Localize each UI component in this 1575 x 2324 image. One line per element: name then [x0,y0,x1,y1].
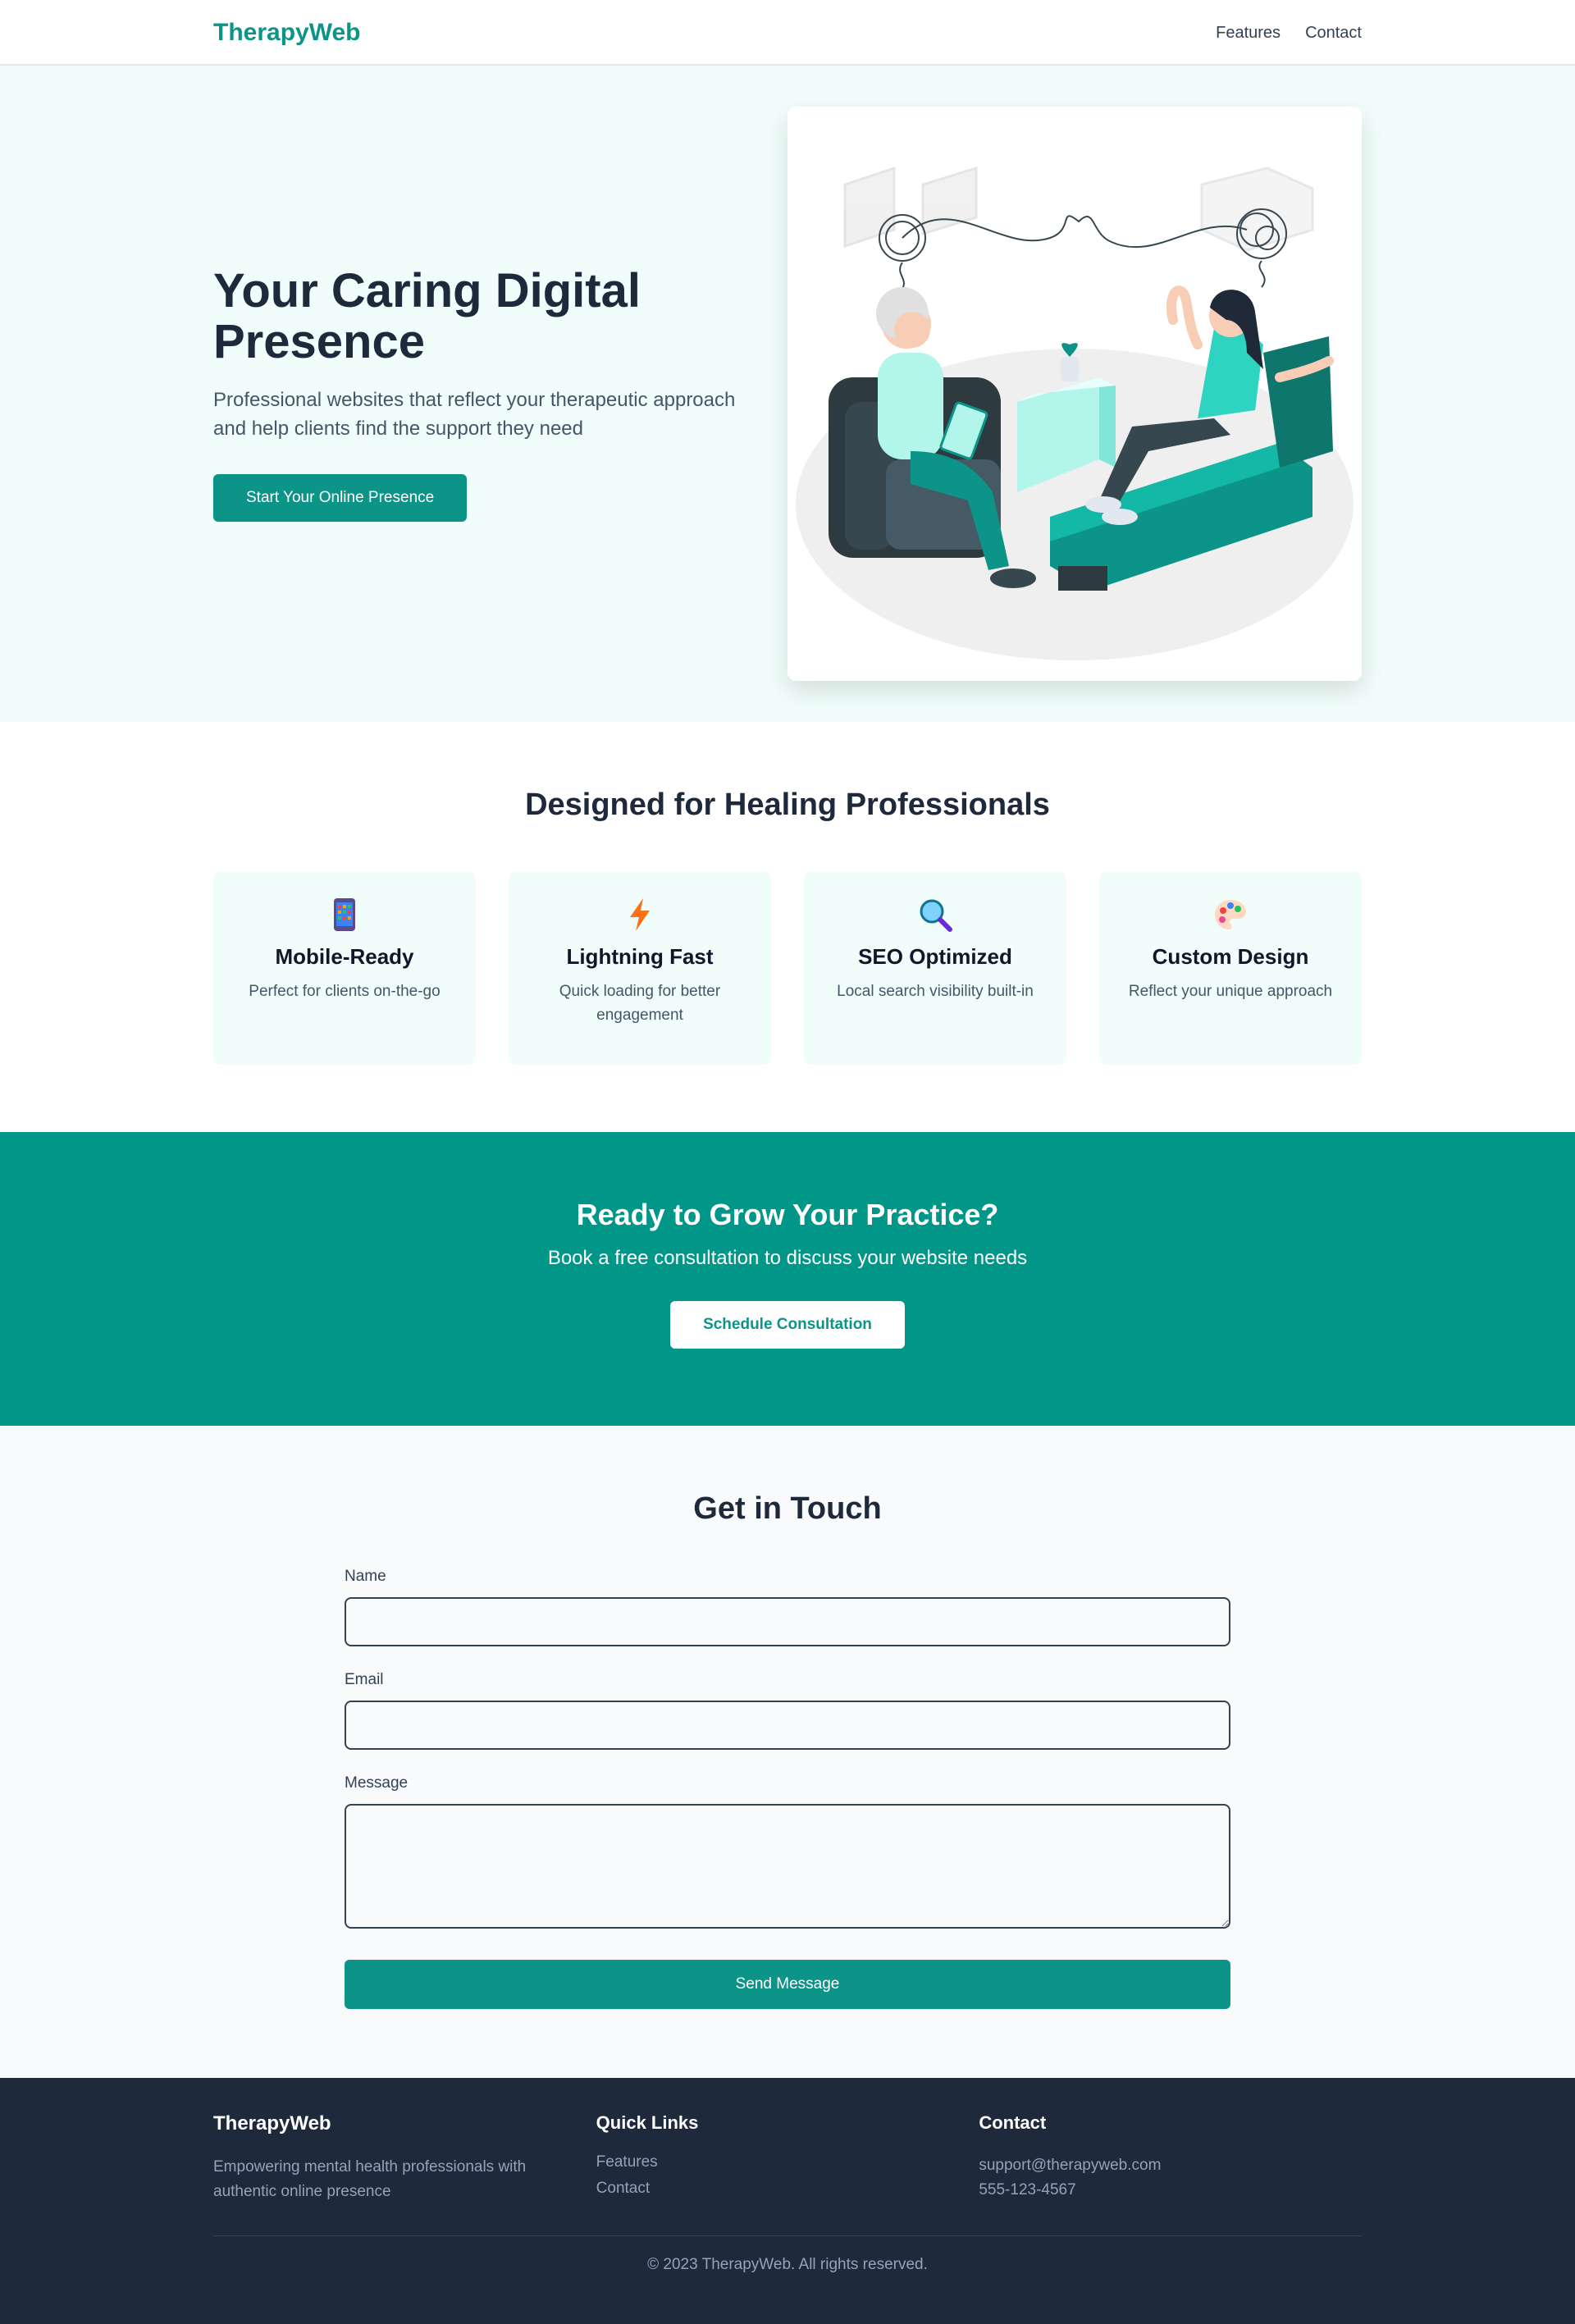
footer-email: support@therapyweb.com [979,2157,1162,2174]
feature-grid: Mobile-Ready Perfect for clients on-the-… [213,872,1362,1065]
feature-card-seo-optimized: SEO Optimized Local search visibility bu… [804,872,1066,1065]
hero-subtitle: Professional websites that reflect your … [213,388,736,440]
hero-section: Your Caring Digital Presence Professiona… [0,66,1575,722]
palette-icon [1215,900,1246,929]
message-group: Message [345,1774,1230,1929]
footer-contact-col: Contact support@therapyweb.com 555-123-4… [979,2112,1362,2206]
site-footer: TherapyWeb Empowering mental health prof… [0,2078,1575,2324]
footer-brand: TherapyWeb [213,2112,331,2135]
features-section: Designed for Healing Professionals Mobil [0,722,1575,1132]
hero-text: Your Caring Digital Presence Professiona… [213,263,763,523]
feature-title: SEO Optimized [858,944,1012,969]
contact-section: Get in Touch Name Email Message Send Mes… [0,1426,1575,2078]
main-nav: Features Contact [1216,24,1362,43]
mobile-phone-icon [334,898,355,931]
lightning-icon [630,898,650,931]
hero-illustration-card [788,107,1362,681]
contact-form: Name Email Message Send Message [345,1568,1230,2009]
message-label: Message [345,1774,409,1792]
cta-title: Ready to Grow Your Practice? [576,1198,999,1231]
email-label: Email [345,1671,384,1688]
nav-link-contact[interactable]: Contact [1305,24,1362,43]
footer-link-contact[interactable]: Contact [596,2180,979,2198]
contact-title: Get in Touch [693,1491,882,1526]
name-field[interactable] [345,1597,1230,1646]
footer-tagline: Empowering mental health professionals w… [213,2158,527,2201]
schedule-consultation-button[interactable]: Schedule Consultation [670,1301,905,1349]
feature-card-mobile-ready: Mobile-Ready Perfect for clients on-the-… [213,872,476,1065]
footer-link-features[interactable]: Features [596,2153,979,2171]
features-title: Designed for Healing Professionals [525,788,1050,822]
therapy-session-illustration [796,166,1354,660]
feature-desc: Local search visibility built-in [837,983,1034,1000]
feature-desc: Quick loading for better engagement [559,983,721,1025]
footer-phone: 555-123-4567 [979,2181,1076,2199]
send-message-button[interactable]: Send Message [345,1960,1230,2009]
cta-subtitle: Book a free consultation to discuss your… [547,1247,1028,1269]
contact-heading: Contact [979,2112,1047,2133]
feature-card-lightning-fast: Lightning Fast Quick loading for better … [509,872,771,1065]
cta-section: Ready to Grow Your Practice? Book a free… [0,1132,1575,1426]
feature-title: Mobile-Ready [275,944,414,969]
hero-title: Your Caring Digital Presence [213,263,641,369]
name-label: Name [345,1568,386,1585]
site-header: TherapyWeb Features Contact [0,0,1575,66]
feature-card-custom-design: Custom Design Reflect your unique approa… [1099,872,1362,1065]
name-group: Name [345,1568,1230,1646]
email-group: Email [345,1671,1230,1750]
nav-link-features[interactable]: Features [1216,24,1281,43]
feature-desc: Reflect your unique approach [1128,983,1333,1000]
footer-columns: TherapyWeb Empowering mental health prof… [213,2112,1362,2206]
footer-brand-col: TherapyWeb Empowering mental health prof… [213,2112,596,2206]
feature-desc: Perfect for clients on-the-go [249,983,441,1000]
email-field[interactable] [345,1701,1230,1750]
magnifier-icon [920,899,952,932]
start-online-presence-button[interactable]: Start Your Online Presence [213,474,468,523]
message-field[interactable] [345,1804,1230,1929]
quick-links-heading: Quick Links [596,2112,699,2133]
footer-links-col: Quick Links Features Contact [596,2112,979,2206]
feature-title: Lightning Fast [566,944,714,969]
copyright: © 2023 TherapyWeb. All rights reserved. [213,2235,1362,2274]
feature-title: Custom Design [1152,944,1309,969]
logo-link[interactable]: TherapyWeb [213,19,361,47]
